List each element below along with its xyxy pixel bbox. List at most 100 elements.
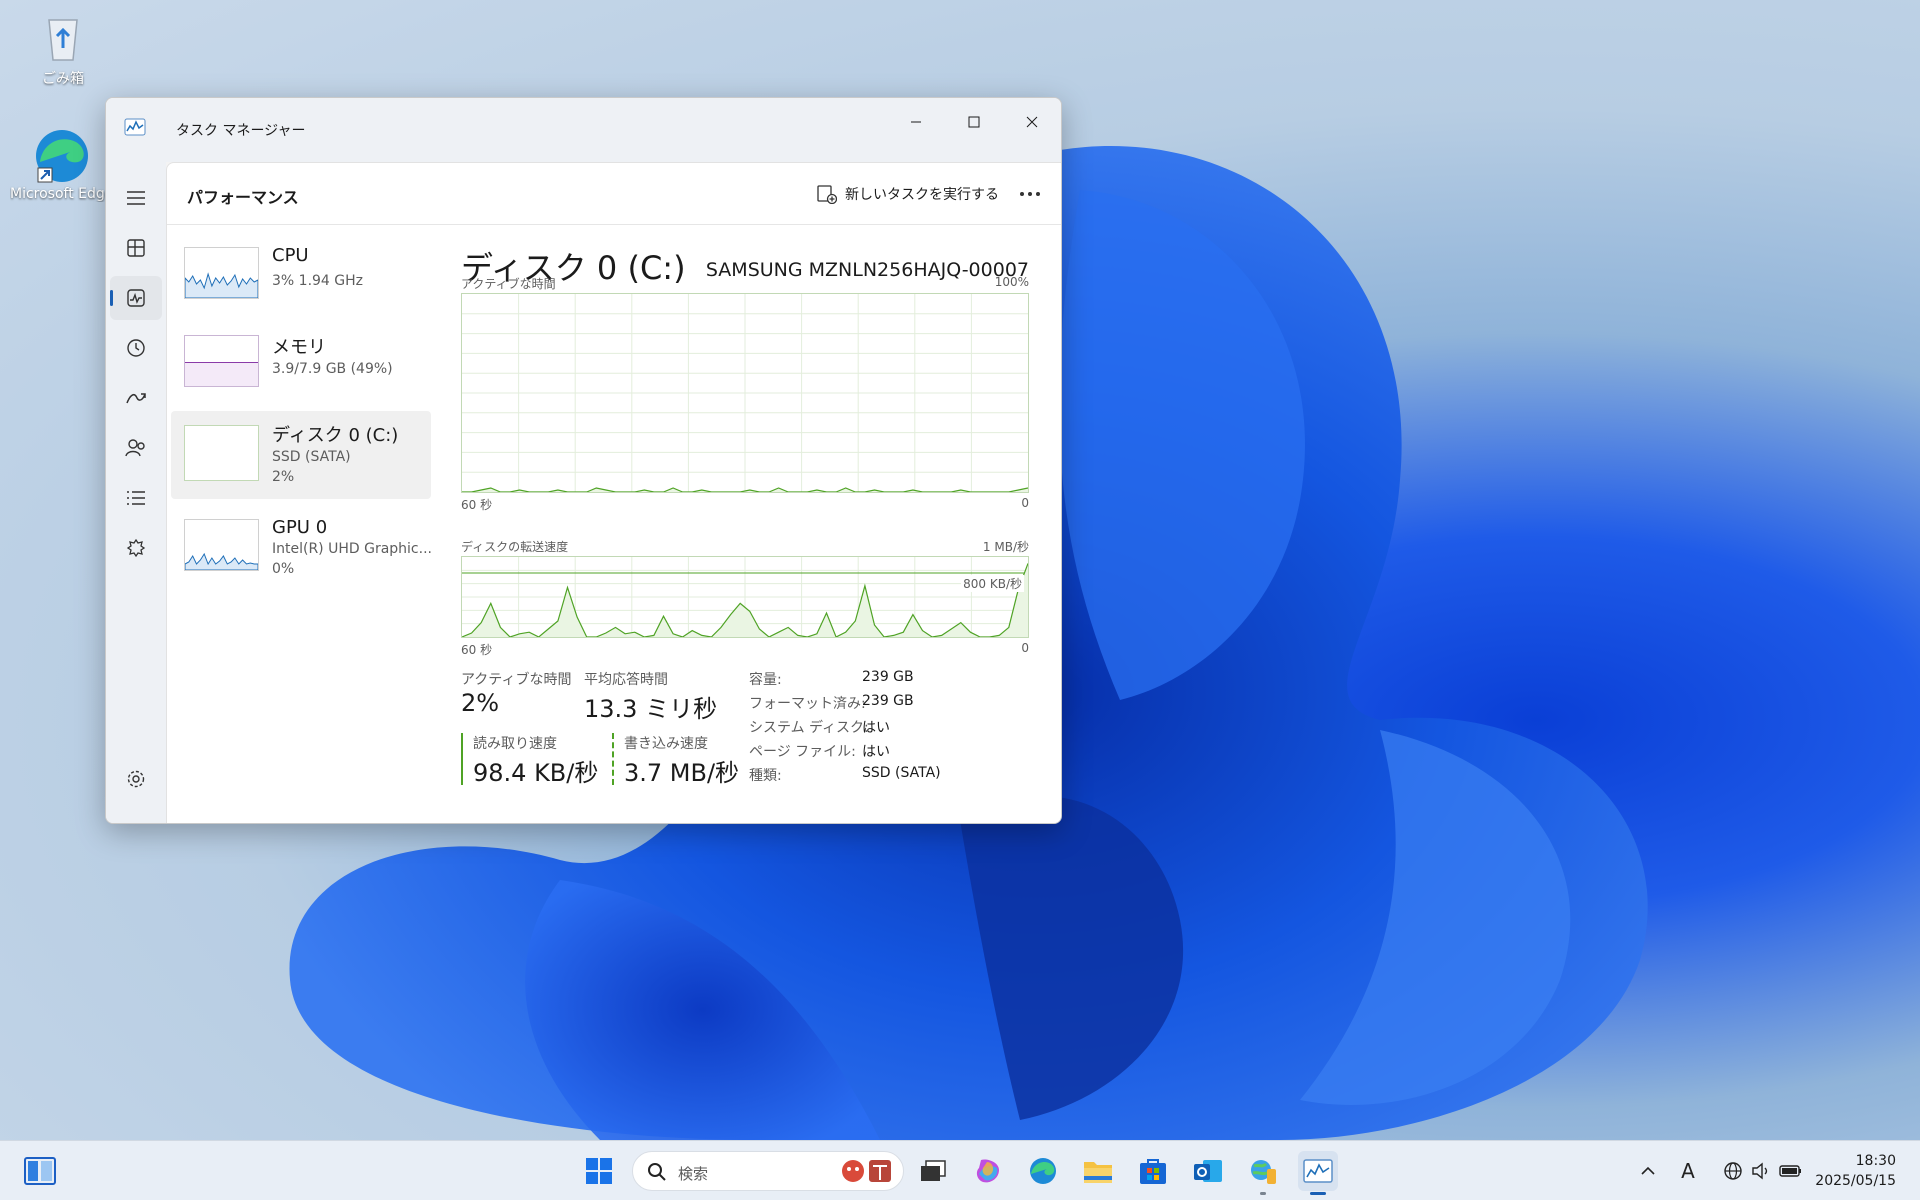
write-speed-label: 書き込み速度 (624, 736, 708, 752)
device-type: SSD (SATA) (272, 449, 351, 465)
widgets-button[interactable] (20, 1151, 60, 1191)
edge-icon (32, 126, 88, 183)
active-time-label: アクティブな時間 (461, 672, 572, 688)
performance-icon (127, 289, 145, 307)
new-task-icon (817, 185, 837, 204)
page-header: パフォーマンス 新しいタスクを実行する (167, 163, 1061, 225)
network-globe-icon (1724, 1162, 1742, 1180)
task-view-button[interactable] (913, 1151, 953, 1191)
start-button[interactable] (579, 1151, 619, 1191)
device-name: ディスク 0 (C:) (272, 425, 399, 446)
taskbar-clock[interactable]: 18:30 2025/05/15 (1815, 1151, 1896, 1191)
prop-system-disk-key: システム ディスク: (749, 720, 869, 736)
device-gpu-0[interactable]: GPU 0 Intel(R) UHD Graphic... 0% (171, 507, 432, 587)
ime-indicator[interactable]: A (1668, 1151, 1708, 1191)
globe-app-icon (1251, 1160, 1276, 1184)
close-button[interactable] (1003, 98, 1061, 146)
device-disk-0[interactable]: ディスク 0 (C:) SSD (SATA) 2% (171, 411, 431, 499)
taskbar-search[interactable]: 検索 (632, 1151, 904, 1191)
prop-system-disk-value: はい (862, 720, 890, 736)
nav-users[interactable] (110, 426, 162, 470)
search-highlight-icon (842, 1160, 891, 1182)
prop-formatted-key: フォーマット済み: (749, 696, 866, 712)
device-model: Intel(R) UHD Graphic... (272, 541, 432, 557)
recycle-bin-label: ごみ箱 (42, 71, 84, 87)
outlook-button[interactable] (1188, 1151, 1228, 1191)
processes-icon (127, 239, 145, 257)
nav-startup[interactable] (110, 376, 162, 420)
disk-thumbnail-graph (184, 425, 259, 481)
maximize-button[interactable] (945, 98, 1003, 146)
edge-taskbar-button[interactable] (1023, 1151, 1063, 1191)
prop-page-file-value: はい (862, 744, 890, 760)
nav-processes[interactable] (110, 226, 162, 270)
disk-model: SAMSUNG MZNLN256HAJQ-00007 (705, 259, 1029, 281)
show-hidden-icons-button[interactable] (1628, 1151, 1668, 1191)
users-icon (125, 439, 145, 457)
nav-services[interactable] (110, 526, 162, 570)
active-time-chart (461, 293, 1029, 493)
windows-logo-icon (586, 1158, 612, 1184)
active-time-value: 2% (461, 689, 500, 717)
device-memory[interactable]: メモリ 3.9/7.9 GB (49%) (171, 323, 431, 403)
startup-icon (126, 393, 146, 404)
prop-capacity-value: 239 GB (862, 669, 914, 685)
taskbar: 検索 A 18:30 2025/05/15 (0, 1140, 1920, 1200)
copilot-button[interactable] (968, 1151, 1008, 1191)
prop-type-key: 種類: (749, 768, 782, 784)
device-usage: 0% (272, 561, 295, 577)
prop-capacity-key: 容量: (749, 672, 782, 688)
chevron-up-icon (1641, 1166, 1655, 1175)
chart1-label: アクティブな時間 (461, 277, 556, 291)
title-bar[interactable]: タスク マネージャー (106, 98, 1061, 162)
file-explorer-button[interactable] (1078, 1151, 1118, 1191)
recycle-bin-icon (35, 8, 91, 64)
device-stat: 3% 1.94 GHz (272, 273, 364, 289)
nav-details[interactable] (110, 476, 162, 520)
chart1-x-left: 60 秒 (461, 498, 493, 512)
clock-time: 18:30 (1855, 1153, 1896, 1169)
more-options-button[interactable] (1015, 179, 1045, 209)
store-button[interactable] (1133, 1151, 1173, 1191)
nav-app-history[interactable] (110, 326, 162, 370)
device-cpu[interactable]: CPU 3% 1.94 GHz (171, 235, 431, 315)
nav-performance[interactable] (110, 276, 162, 320)
minimize-button[interactable] (887, 98, 945, 146)
task-manager-taskbar-button[interactable] (1298, 1151, 1338, 1195)
desktop-edge[interactable]: Microsoft Edge (10, 126, 110, 202)
chart2-mark-label: 800 KB/秒 (961, 575, 1024, 592)
edge-icon (1030, 1158, 1056, 1184)
pinned-app-button[interactable] (1243, 1151, 1283, 1195)
task-view-icon (921, 1160, 946, 1181)
close-icon (1026, 116, 1038, 128)
maximize-icon (968, 116, 980, 128)
device-name: メモリ (272, 337, 326, 358)
store-icon (1140, 1159, 1166, 1184)
nav-settings[interactable] (110, 757, 162, 801)
run-new-task-label: 新しいタスクを実行する (845, 187, 999, 203)
device-stat: 3.9/7.9 GB (49%) (272, 361, 393, 377)
settings-icon (127, 770, 145, 788)
details-icon (127, 491, 145, 505)
chart2-x-left: 60 秒 (461, 643, 493, 657)
copilot-icon (976, 1159, 999, 1183)
device-usage: 2% (272, 469, 295, 485)
desktop-recycle-bin[interactable]: ごみ箱 (18, 8, 108, 88)
quick-settings-button[interactable] (1708, 1151, 1818, 1191)
menu-button[interactable] (110, 176, 162, 220)
performance-page: パフォーマンス 新しいタスクを実行する CPU 3% 1.94 GHz メモリ … (166, 162, 1061, 823)
battery-icon (1779, 1165, 1801, 1177)
run-new-task-button[interactable]: 新しいタスクを実行する (817, 180, 999, 208)
prop-type-value: SSD (SATA) (862, 765, 941, 781)
device-list: CPU 3% 1.94 GHz メモリ 3.9/7.9 GB (49%) ディス… (171, 235, 432, 595)
device-name: GPU 0 (272, 517, 328, 538)
device-name: CPU (272, 245, 309, 266)
read-speed-marker (461, 733, 463, 785)
task-manager-window: タスク マネージャー パフォーマンス 新しいタスクを実行する CPU 3% 1.… (105, 97, 1062, 824)
nav-rail (106, 162, 166, 823)
read-speed-label: 読み取り速度 (473, 736, 557, 752)
prop-page-file-key: ページ ファイル: (749, 744, 856, 760)
folder-icon (1084, 1162, 1112, 1183)
write-speed-value: 3.7 MB/秒 (624, 759, 740, 787)
task-manager-app-icon (124, 118, 146, 136)
